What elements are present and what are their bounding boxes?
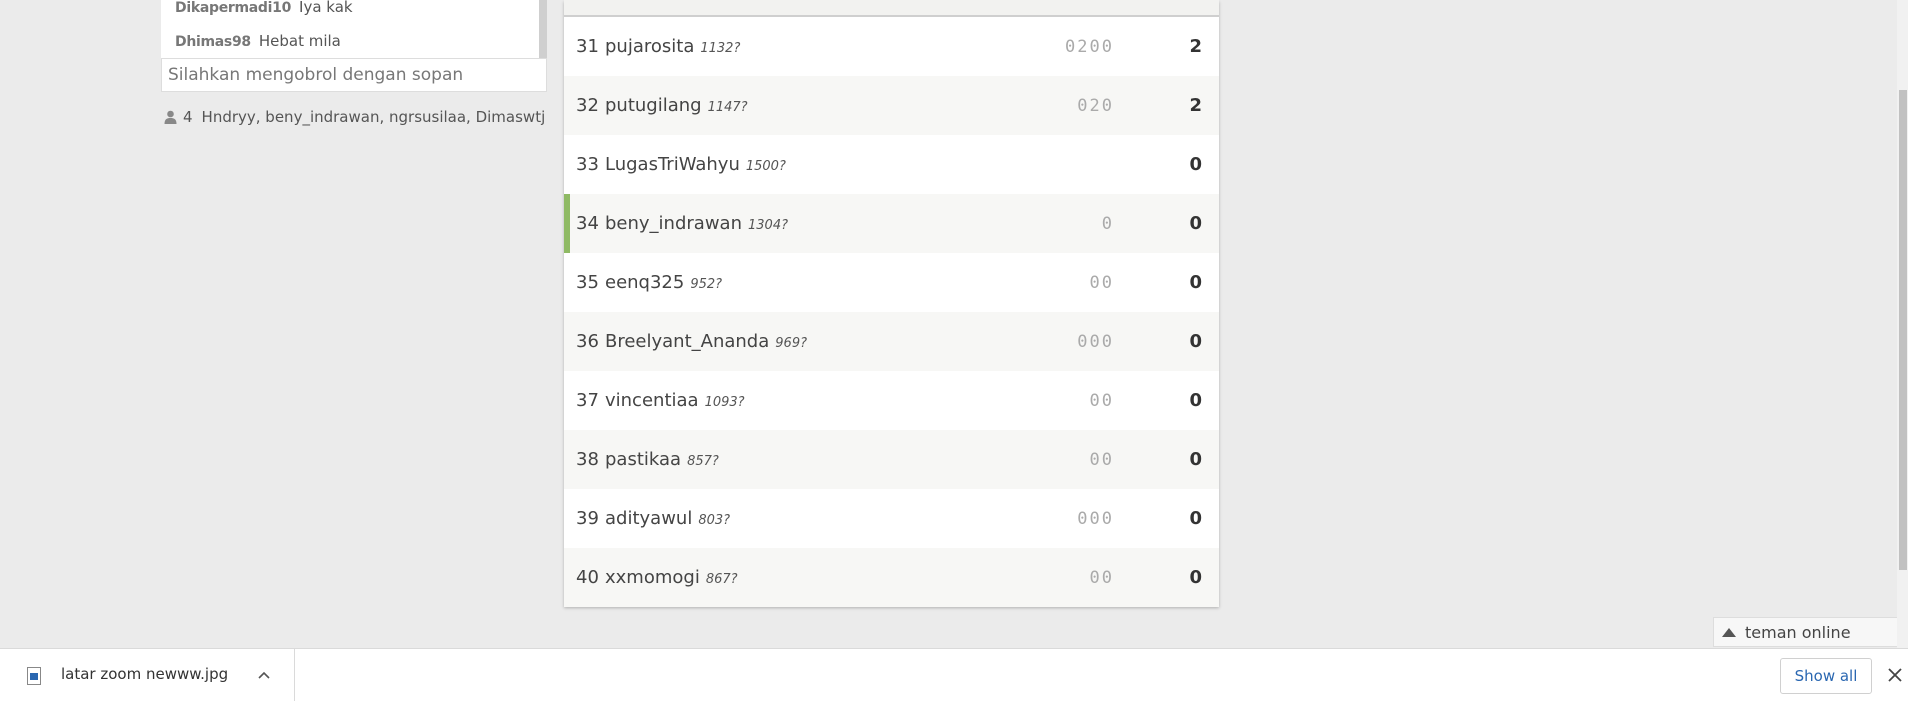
player-entry: adityawul 803? xyxy=(605,508,730,529)
player-entry: pastikaa 857? xyxy=(605,449,719,470)
chat-panel: Dikapermadi10 Iya kak Dhimas98 Hebat mila xyxy=(161,0,547,92)
answer-history: 000 xyxy=(1077,331,1114,352)
player-entry: eenq325 952? xyxy=(605,272,722,293)
table-row: 37 vincentiaa 1093? 00 0 xyxy=(564,371,1219,430)
online-count: 4 xyxy=(183,108,193,126)
chat-input[interactable] xyxy=(161,58,547,92)
player-entry: Breelyant_Ananda 969? xyxy=(605,331,807,352)
download-bar: latar zoom newww.jpg Show all xyxy=(0,648,1908,701)
rank: 38 xyxy=(576,449,599,470)
player-entry: pujarosita 1132? xyxy=(605,36,740,57)
player-points: 803? xyxy=(698,513,731,528)
friends-online-tab[interactable]: teman online xyxy=(1713,617,1908,647)
download-item[interactable]: latar zoom newww.jpg xyxy=(0,649,295,701)
chat-message: Dikapermadi10 Iya kak xyxy=(175,0,353,16)
chevron-up-icon[interactable] xyxy=(258,665,270,683)
online-user-list: Hndryy, beny_indrawan, ngrsusilaa, Dimas… xyxy=(201,108,546,126)
score: 0 xyxy=(1189,272,1202,293)
player-points: 867? xyxy=(705,572,738,587)
player-name[interactable]: Breelyant_Ananda xyxy=(605,331,769,352)
score: 0 xyxy=(1189,213,1202,234)
player-points: 857? xyxy=(687,454,719,469)
score: 2 xyxy=(1189,36,1202,57)
table-row: 36 Breelyant_Ananda 969? 000 0 xyxy=(564,312,1219,371)
rank: 36 xyxy=(576,331,599,352)
rank: 37 xyxy=(576,390,599,411)
table-row-current-user: 34 beny_indrawan 1304? 0 0 xyxy=(564,194,1219,253)
download-file-name[interactable]: latar zoom newww.jpg xyxy=(61,665,228,683)
chat-message: Dhimas98 Hebat mila xyxy=(175,32,341,50)
chat-scrollbar[interactable] xyxy=(539,0,547,58)
player-points: 1132? xyxy=(700,41,741,56)
score: 0 xyxy=(1189,390,1202,411)
page-scroll-thumb[interactable] xyxy=(1899,90,1907,570)
player-entry: LugasTriWahyu 1500? xyxy=(605,154,786,175)
player-name[interactable]: pastikaa xyxy=(605,449,681,470)
player-name[interactable]: beny_indrawan xyxy=(605,213,742,234)
score: 0 xyxy=(1189,449,1202,470)
table-row: 38 pastikaa 857? 00 0 xyxy=(564,430,1219,489)
answer-history: 0 xyxy=(1101,213,1114,234)
chat-message-text: Hebat mila xyxy=(258,32,341,50)
rank: 35 xyxy=(576,272,599,293)
player-name[interactable]: putugilang xyxy=(605,95,702,116)
answer-history: 000 xyxy=(1077,508,1114,529)
score: 0 xyxy=(1189,567,1202,588)
rank: 31 xyxy=(576,36,599,57)
player-name[interactable]: pujarosita xyxy=(605,36,694,57)
player-name[interactable]: eenq325 xyxy=(605,272,684,293)
player-name[interactable]: adityawul xyxy=(605,508,692,529)
player-points: 1093? xyxy=(704,395,745,410)
answer-history: 00 xyxy=(1089,272,1114,293)
image-file-icon xyxy=(27,667,41,685)
close-icon[interactable] xyxy=(1886,664,1904,686)
rank: 40 xyxy=(576,567,599,588)
rank: 39 xyxy=(576,508,599,529)
answer-history: 00 xyxy=(1089,390,1114,411)
rank: 32 xyxy=(576,95,599,116)
player-entry: vincentiaa 1093? xyxy=(605,390,745,411)
answer-history: 00 xyxy=(1089,449,1114,470)
player-name[interactable]: LugasTriWahyu xyxy=(605,154,740,175)
friends-online-label: teman online xyxy=(1745,622,1851,642)
table-row: 31 pujarosita 1132? 0200 2 xyxy=(564,17,1219,76)
score: 0 xyxy=(1189,508,1202,529)
player-entry: beny_indrawan 1304? xyxy=(605,213,788,234)
answer-history: 020 xyxy=(1077,95,1114,116)
player-name[interactable]: xxmomogi xyxy=(605,567,700,588)
scoreboard: 31 pujarosita 1132? 0200 2 32 putugilang 1… xyxy=(564,0,1219,607)
player-points: 1304? xyxy=(748,218,788,233)
rank: 34 xyxy=(576,213,599,234)
chat-message-list: Dikapermadi10 Iya kak Dhimas98 Hebat mila xyxy=(161,0,539,58)
triangle-up-icon xyxy=(1722,627,1736,637)
table-row: 33 LugasTriWahyu 1500? 0 xyxy=(564,135,1219,194)
answer-history: 00 xyxy=(1089,567,1114,588)
chat-message-text: Iya kak xyxy=(299,0,353,16)
player-entry: xxmomogi 867? xyxy=(605,567,738,588)
score: 0 xyxy=(1189,331,1202,352)
table-row: 32 putugilang 1147? 020 2 xyxy=(564,76,1219,135)
table-row: 39 adityawul 803? 000 0 xyxy=(564,489,1219,548)
score: 0 xyxy=(1189,154,1202,175)
person-icon xyxy=(164,110,177,124)
chat-message-user[interactable]: Dikapermadi10 xyxy=(175,0,291,16)
player-points: 952? xyxy=(690,277,723,292)
show-all-button[interactable]: Show all xyxy=(1780,658,1872,694)
rank: 33 xyxy=(576,154,599,175)
score: 2 xyxy=(1189,95,1202,116)
online-users: 4 Hndryy, beny_indrawan, ngrsusilaa, Dim… xyxy=(164,108,545,126)
player-points: 969? xyxy=(775,336,807,351)
player-name[interactable]: vincentiaa xyxy=(605,390,699,411)
player-points: 1147? xyxy=(707,100,748,115)
player-points: 1500? xyxy=(745,159,786,174)
page-scrollbar[interactable] xyxy=(1897,0,1908,648)
scoreboard-header xyxy=(564,0,1219,17)
player-entry: putugilang 1147? xyxy=(605,95,748,116)
table-row: 40 xxmomogi 867? 00 0 xyxy=(564,548,1219,607)
chat-message-user[interactable]: Dhimas98 xyxy=(175,34,251,50)
answer-history: 0200 xyxy=(1065,36,1114,57)
table-row: 35 eenq325 952? 00 0 xyxy=(564,253,1219,312)
